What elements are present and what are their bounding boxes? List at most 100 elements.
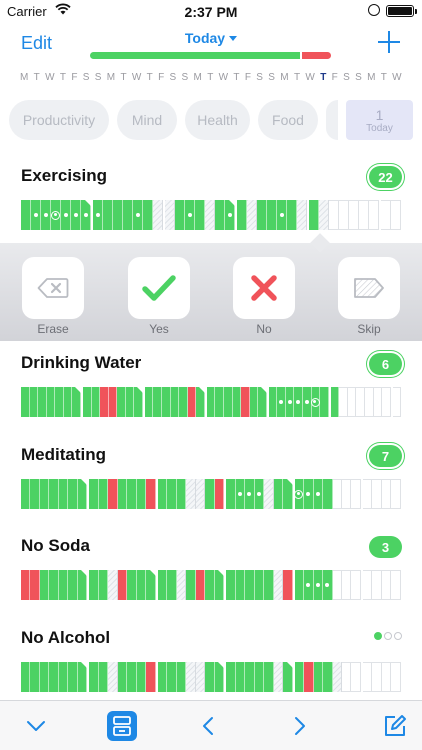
day-cell[interactable] [372, 662, 382, 692]
day-cell[interactable] [226, 479, 236, 509]
day-cell[interactable] [330, 387, 340, 417]
day-cell[interactable] [320, 387, 329, 417]
day-cell[interactable] [123, 200, 133, 230]
day-cell[interactable] [61, 200, 71, 230]
day-cell[interactable] [153, 200, 163, 230]
day-cell[interactable] [258, 387, 267, 417]
day-cell[interactable] [136, 662, 147, 692]
day-cell[interactable] [323, 662, 333, 692]
day-cell[interactable] [195, 200, 205, 230]
day-cell[interactable] [369, 200, 379, 230]
day-cell[interactable] [100, 387, 109, 417]
day-cell[interactable] [381, 662, 392, 692]
day-cell[interactable] [381, 570, 392, 600]
day-cell[interactable] [133, 200, 143, 230]
day-cell[interactable] [332, 570, 342, 600]
day-cell[interactable] [205, 479, 215, 509]
day-cell[interactable] [362, 662, 373, 692]
day-cell[interactable] [72, 387, 81, 417]
day-cell[interactable] [362, 570, 373, 600]
day-cell[interactable] [113, 200, 123, 230]
day-cell[interactable] [273, 479, 284, 509]
day-cell[interactable] [58, 479, 69, 509]
day-cell[interactable] [127, 570, 137, 600]
day-cell[interactable] [195, 662, 206, 692]
day-cell[interactable] [214, 662, 225, 692]
day-cell[interactable] [254, 479, 265, 509]
day-cell[interactable] [136, 479, 147, 509]
day-cell[interactable] [294, 479, 305, 509]
day-cell[interactable] [235, 662, 246, 692]
day-cell[interactable] [283, 479, 293, 509]
day-cell[interactable] [117, 570, 128, 600]
day-cell[interactable] [349, 200, 359, 230]
day-cell[interactable] [127, 662, 137, 692]
day-cell[interactable] [283, 662, 293, 692]
day-cell[interactable] [332, 662, 342, 692]
day-cell[interactable] [68, 570, 78, 600]
day-cell[interactable] [89, 479, 99, 509]
day-cell[interactable] [225, 200, 235, 230]
day-cell[interactable] [254, 570, 265, 600]
day-cell[interactable] [77, 479, 88, 509]
day-cell[interactable] [329, 200, 339, 230]
day-cell[interactable] [49, 570, 59, 600]
day-cell[interactable] [313, 570, 324, 600]
day-cell[interactable] [264, 662, 274, 692]
day-cell[interactable] [108, 570, 118, 600]
day-cell[interactable] [232, 387, 242, 417]
day-cell[interactable] [237, 200, 247, 230]
day-cell[interactable] [313, 662, 324, 692]
day-cell[interactable] [157, 479, 168, 509]
day-cell[interactable] [323, 570, 333, 600]
day-cell[interactable] [29, 387, 39, 417]
day-cell[interactable] [185, 200, 195, 230]
day-cell[interactable] [195, 479, 206, 509]
day-cell[interactable] [91, 387, 101, 417]
day-cell[interactable] [51, 200, 61, 230]
today-chip[interactable]: 1 Today [346, 100, 413, 140]
category-chip-food[interactable]: Food [258, 100, 318, 140]
day-cell[interactable] [108, 387, 118, 417]
day-cell[interactable] [176, 479, 187, 509]
habit-history-bar[interactable] [21, 570, 401, 600]
day-cell[interactable] [294, 570, 305, 600]
day-cell[interactable] [179, 387, 188, 417]
habit-history-bar[interactable] [21, 387, 402, 417]
day-cell[interactable] [31, 200, 41, 230]
day-cell[interactable] [205, 570, 215, 600]
day-cell[interactable] [214, 479, 225, 509]
day-cell[interactable] [117, 387, 126, 417]
day-cell[interactable] [186, 570, 196, 600]
habit-history-bar[interactable] [21, 662, 401, 692]
day-cell[interactable] [382, 387, 391, 417]
day-cell[interactable] [356, 387, 365, 417]
no-button[interactable] [233, 257, 295, 319]
day-cell[interactable] [167, 662, 177, 692]
day-cell[interactable] [63, 387, 73, 417]
day-cell[interactable] [268, 387, 278, 417]
day-cell[interactable] [82, 387, 92, 417]
day-cell[interactable] [186, 662, 196, 692]
day-cell[interactable] [186, 479, 196, 509]
category-chip-more[interactable] [326, 100, 338, 140]
day-cell[interactable] [235, 570, 246, 600]
day-cell[interactable] [176, 662, 187, 692]
erase-button[interactable] [22, 257, 84, 319]
day-cell[interactable] [21, 662, 31, 692]
day-cell[interactable] [46, 387, 56, 417]
day-cell[interactable] [241, 387, 250, 417]
day-cell[interactable] [391, 662, 401, 692]
day-cell[interactable] [294, 387, 303, 417]
day-cell[interactable] [117, 479, 128, 509]
habit-history-bar[interactable] [21, 200, 401, 230]
day-cell[interactable] [127, 479, 137, 509]
day-cell[interactable] [125, 387, 135, 417]
day-cell[interactable] [273, 570, 284, 600]
day-cell[interactable] [391, 570, 401, 600]
day-cell[interactable] [89, 662, 99, 692]
skip-button[interactable] [338, 257, 400, 319]
day-cell[interactable] [21, 479, 31, 509]
day-cell[interactable] [117, 662, 128, 692]
day-cell[interactable] [351, 570, 361, 600]
